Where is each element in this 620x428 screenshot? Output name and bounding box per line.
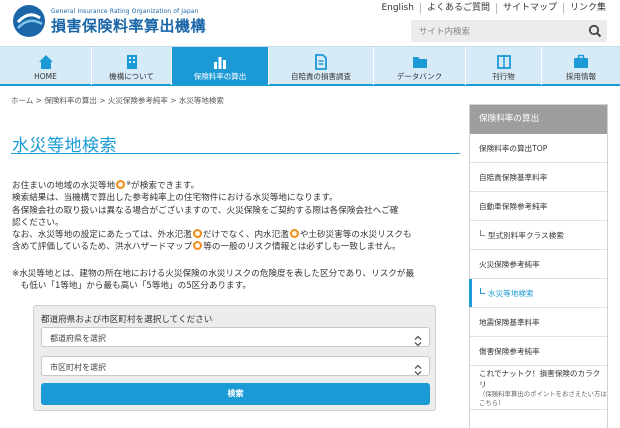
search-icon[interactable] (587, 23, 603, 39)
intro-text: 各保険会社の取り扱いは異なる場合がございますので、火災保険をご契約する際は各保険… (12, 205, 399, 216)
person-icon (572, 53, 590, 71)
intro-text: 認ください。 (12, 217, 64, 228)
site-search-input[interactable]: サイト内検索 (411, 20, 607, 42)
breadcrumb[interactable]: ホーム > 保険料率の算出 > 火災保険参考純率 > 水災等地検索 (11, 95, 224, 106)
definition-line: も低い「1等地」から最も高い「5等地」の5区分あります。 (12, 281, 251, 292)
building-icon (123, 53, 141, 71)
folder-icon (411, 53, 429, 71)
search-placeholder: サイト内検索 (419, 27, 471, 37)
intro-line: 検索結果は、当機構で算出した参考純率上の住宅物件における水災等地になります。 (12, 192, 462, 204)
intro-text: や土砂災害等の水災リスクも (299, 230, 412, 241)
sidebar-heading: 保険料率の算出 (470, 105, 607, 134)
sidebar-item-label: これでナットク！損害保険のカラクリ (479, 368, 601, 389)
sidebar-item-label: 火災保険参考純率 (479, 259, 540, 269)
intro-line: お住まいの地域の水災等地 ※が検索できます。 (12, 178, 462, 192)
hint-marker-icon[interactable] (193, 241, 203, 251)
nav-label: 機構について (109, 72, 154, 81)
site-header: General Insurance Rating Organization of… (0, 0, 620, 44)
sidebar-item[interactable]: 保険料率の算出TOP (470, 134, 607, 163)
sidebar-item[interactable]: 型式別料率クラス検索 (470, 221, 607, 250)
intro-line: 認ください。 (12, 217, 462, 229)
sidebar-list: 保険料率の算出TOP 自賠責保険基準料率 自動車保険参考純率型式別料率クラス検索火災… (469, 134, 607, 410)
logo-mark-icon (12, 4, 46, 38)
sidebar-item-label: 傷害保険参考純率 (479, 346, 540, 356)
bar-chart-icon (211, 53, 229, 71)
search-form-panel: 都道府県および市区町村を選択してください 都道府県を選択 市区町村を選択 検索 (33, 305, 436, 411)
definition-line: ※水災等地とは、建物の所在地における火災保険の水災リスクの危険度を表した区分であ… (12, 269, 415, 279)
site-logo[interactable]: General Insurance Rating Organization of… (12, 4, 206, 38)
active-indicator (469, 279, 472, 307)
nav-label: 保険料率の算出 (193, 72, 247, 81)
nav-label: 刊行物 (492, 72, 515, 81)
intro-line: 各保険会社の取り扱いは異なる場合がございますので、火災保険をご契約する際は各保険… (12, 205, 462, 217)
prefecture-select-value: 都道府県を選択 (50, 334, 106, 343)
title-divider (11, 153, 460, 154)
chevron-up-down-icon (413, 361, 423, 376)
sidebar-item-note: （保険料率算出のポイントをおさえたい方はこちら） (479, 389, 607, 407)
intro-text: 含めて評価しているため、洪水ハザードマップ (12, 242, 193, 253)
sidebar-item[interactable]: 傷害保険参考純率 (470, 337, 607, 366)
sidebar: 保険料率の算出 保険料率の算出TOP 自賠責保険基準料率 自動車保険参考純率型式別料… (469, 104, 608, 428)
nav-label: 採用情報 (566, 72, 596, 81)
page: General Insurance Rating Organization of… (0, 0, 620, 428)
nav-recruit[interactable]: 採用情報 (542, 47, 620, 85)
nav-label: 自賠責の損害調査 (291, 72, 351, 81)
sidebar-item-label: 水災等地検索 (488, 288, 534, 298)
utility-links: English よくあるご質問 サイトマップ リンク集 (375, 3, 612, 14)
nav-label: データバンク (396, 72, 443, 81)
sidebar-item[interactable]: 自賠責保険基準料率 (470, 163, 607, 192)
intro-text: 検索結果は、当機構で算出した参考純率上の住宅物件における水災等地になります。 (12, 193, 338, 204)
nav-label: HOME (34, 72, 57, 81)
link-faq[interactable]: よくあるご質問 (419, 3, 496, 14)
nav-publications[interactable]: 刊行物 (466, 47, 542, 85)
link-english[interactable]: English (375, 3, 420, 14)
sidebar-item[interactable]: 地震保険基準料率 (470, 308, 607, 337)
nav-rate-calculation[interactable]: 保険料率の算出 (172, 47, 269, 85)
sub-item-icon (480, 288, 485, 294)
definition-note: ※水災等地とは、建物の所在地における火災保険の水災リスクの危険度を表した区分であ… (12, 268, 462, 293)
global-nav: HOME 機構について 保険料率の算出 自賠責の損害調査 データバンク 刊行物 … (0, 46, 620, 86)
intro-line: なお、水災等地の設定にあたっては、外水氾濫 だけでなく、内水氾濫 や土砂災害等の水災… (12, 229, 462, 241)
intro-line: 含めて評価しているため、洪水ハザードマップ 等の一般のリスク情報とは必ずしも一致し… (12, 241, 462, 253)
sidebar-item-label: 地震保険基準料率 (479, 317, 540, 327)
document-icon (312, 53, 330, 71)
intro-paragraph: お住まいの地域の水災等地 ※が検索できます。 検索結果は、当機構で算出した参考純率上… (12, 178, 462, 254)
intro-text: が検索できます。 (131, 181, 200, 191)
sub-item-icon (480, 230, 485, 236)
chevron-up-down-icon (413, 332, 423, 347)
sidebar-item[interactable]: 自動車保険参考純率 (470, 192, 607, 221)
link-sitemap[interactable]: サイトマップ (495, 3, 563, 14)
sidebar-item[interactable]: これでナットク！損害保険のカラクリ （保険料率算出のポイントをおさえたい方はこちら… (470, 366, 607, 410)
form-label: 都道府県および市区町村を選択してください (41, 315, 213, 325)
intro-text: お住まいの地域の水災等地 (12, 181, 116, 191)
home-icon (37, 53, 55, 71)
nav-jibaiseki[interactable]: 自賠責の損害調査 (269, 47, 374, 85)
logo-japanese-name: 損害保険料率算出機構 (51, 16, 207, 35)
sidebar-item-label: 自動車保険参考純率 (479, 201, 548, 211)
hint-marker-icon[interactable] (116, 180, 126, 189)
hint-marker-icon[interactable] (289, 229, 299, 239)
search-button[interactable]: 検索 (41, 383, 430, 405)
sidebar-item[interactable]: 火災保険参考純率 (470, 250, 607, 279)
nav-databank[interactable]: データバンク (374, 47, 466, 85)
sidebar-item-label: 保険料率の算出TOP (479, 143, 548, 153)
city-select-value: 市区町村を選択 (50, 363, 106, 372)
sidebar-item-label: 自賠責保険基準料率 (479, 172, 548, 182)
link-links[interactable]: リンク集 (562, 3, 612, 14)
intro-text: なお、水災等地の設定にあたっては、外水氾濫 (12, 230, 192, 241)
city-select[interactable]: 市区町村を選択 (41, 356, 430, 376)
nav-about[interactable]: 機構について (92, 47, 172, 85)
book-icon (495, 53, 513, 71)
hint-marker-icon[interactable] (192, 229, 202, 239)
prefecture-select[interactable]: 都道府県を選択 (41, 327, 430, 347)
logo-english-name: General Insurance Rating Organization of… (51, 7, 199, 15)
sidebar-item-label: 型式別料率クラス検索 (488, 230, 564, 240)
sidebar-item[interactable]: 水災等地検索 (469, 279, 607, 308)
nav-home[interactable]: HOME (0, 47, 92, 85)
intro-text: だけでなく、内水氾濫 (202, 230, 289, 241)
intro-text: 等の一般のリスク情報とは必ずしも一致しません。 (203, 242, 401, 253)
